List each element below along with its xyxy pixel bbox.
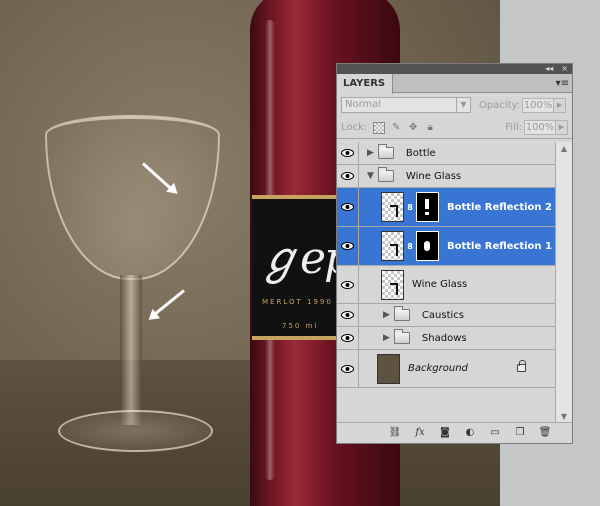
layer-name: Wine Glass: [405, 170, 462, 182]
visibility-eye-icon[interactable]: [337, 142, 359, 164]
collapse-triangle-icon[interactable]: ▼: [367, 171, 374, 181]
opacity-slider-toggle[interactable]: ▶: [554, 97, 567, 113]
expand-triangle-icon[interactable]: ▶: [367, 148, 374, 158]
tab-layers[interactable]: LAYERS: [337, 74, 393, 94]
layers-scrollbar[interactable]: ▲ ▼: [555, 142, 572, 424]
trash-icon[interactable]: 🗑︎: [538, 426, 552, 440]
layer-row-caustics[interactable]: ▶ Caustics: [337, 304, 556, 327]
layer-name: Background: [408, 363, 468, 374]
visibility-eye-icon[interactable]: [337, 188, 359, 226]
visibility-eye-icon[interactable]: [337, 350, 359, 387]
folder-icon: [393, 306, 410, 321]
layer-name: Caustics: [421, 309, 464, 321]
layer-name: Bottle Reflection 1: [447, 240, 552, 252]
fill-label: Fill:: [505, 122, 522, 133]
layer-row-bottle-reflection-1[interactable]: 8 Bottle Reflection 1: [337, 227, 556, 266]
opacity-label: Opacity:: [479, 99, 521, 111]
chevron-down-icon: ▼: [456, 98, 470, 112]
wine-glass-foot: [58, 410, 213, 452]
label-line-1: MERLOT 1990: [262, 298, 333, 306]
folder-icon: [393, 329, 410, 344]
layer-name: Bottle Reflection 2: [447, 201, 552, 213]
layer-row-bottle-reflection-2[interactable]: 8 Bottle Reflection 2: [337, 188, 556, 227]
layer-thumbnail[interactable]: [377, 353, 400, 384]
label-line-2: 750 ml: [282, 322, 319, 330]
new-layer-icon[interactable]: ❐: [513, 426, 527, 440]
panel-tabs: LAYERS ▾≡: [337, 74, 572, 94]
layer-name: Bottle: [405, 147, 436, 159]
layer-row-shadows[interactable]: ▶ Shadows: [337, 327, 556, 350]
layers-panel: ◂◂ × LAYERS ▾≡ Normal ▼ Opacity: 100% ▶ …: [336, 63, 573, 444]
blend-mode-select[interactable]: Normal ▼: [341, 97, 471, 113]
visibility-eye-icon[interactable]: [337, 304, 359, 326]
layer-mask-thumbnail[interactable]: [416, 231, 439, 261]
layer-thumbnail[interactable]: [381, 192, 404, 222]
collapse-icon[interactable]: ◂◂: [545, 64, 553, 74]
visibility-eye-icon[interactable]: [337, 165, 359, 187]
scroll-up-icon[interactable]: ▲: [556, 142, 572, 156]
fx-icon[interactable]: fx: [413, 426, 427, 440]
chain-link-icon[interactable]: 8: [406, 242, 414, 251]
folder-icon: [377, 144, 394, 159]
lock-all-icon[interactable]: 🔒︎: [424, 122, 436, 134]
lock-icon: [517, 360, 526, 372]
opacity-input[interactable]: 100%: [522, 97, 555, 113]
layer-name: Wine Glass: [412, 279, 468, 290]
layer-mask-thumbnail[interactable]: [416, 192, 439, 222]
lock-transparency-icon[interactable]: [373, 121, 386, 134]
layer-row-bottle[interactable]: ▶ Bottle: [337, 142, 556, 165]
layers-list: ▶ Bottle ▼ Wine Glass 8 Bottle Reflectio…: [337, 142, 556, 424]
layer-row-wine-glass-group[interactable]: ▼ Wine Glass: [337, 165, 556, 188]
wine-glass-bowl: [45, 115, 220, 280]
visibility-eye-icon[interactable]: [337, 327, 359, 349]
expand-triangle-icon[interactable]: ▶: [383, 333, 390, 343]
add-mask-icon[interactable]: ◙: [438, 426, 452, 440]
panel-titlebar[interactable]: ◂◂ ×: [337, 64, 572, 74]
layer-thumbnail[interactable]: [381, 269, 404, 300]
lock-move-icon[interactable]: ✥: [407, 122, 419, 134]
wine-glass-stem: [120, 275, 142, 425]
lock-row: Lock: ✎ ✥ 🔒︎ Fill: 100% ▶: [337, 117, 572, 139]
lock-label: Lock:: [341, 122, 368, 133]
expand-triangle-icon[interactable]: ▶: [383, 310, 390, 320]
layer-row-background[interactable]: Background: [337, 350, 556, 388]
adjustment-layer-icon[interactable]: ◐: [463, 426, 477, 440]
annotation-arrow-2: [150, 289, 185, 319]
blend-mode-value: Normal: [345, 99, 382, 110]
panel-footer: ⛓ fx ◙ ◐ ▭ ❐ 🗑︎: [337, 422, 572, 443]
chain-link-icon[interactable]: 8: [406, 203, 414, 212]
layer-name: Shadows: [421, 332, 467, 344]
blend-row: Normal ▼ Opacity: 100% ▶: [337, 93, 572, 117]
link-layers-icon[interactable]: ⛓: [388, 426, 402, 440]
panel-menu-icon[interactable]: ▾≡: [556, 78, 569, 89]
new-group-icon[interactable]: ▭: [488, 426, 502, 440]
fill-input[interactable]: 100%: [524, 120, 556, 135]
visibility-eye-icon[interactable]: [337, 266, 359, 303]
close-icon[interactable]: ×: [561, 64, 568, 74]
lock-brush-icon[interactable]: ✎: [390, 122, 402, 134]
layer-thumbnail[interactable]: [381, 231, 404, 261]
layer-row-wine-glass[interactable]: Wine Glass: [337, 266, 556, 304]
visibility-eye-icon[interactable]: [337, 227, 359, 265]
fill-slider-toggle[interactable]: ▶: [556, 120, 568, 135]
folder-icon: [377, 167, 394, 182]
